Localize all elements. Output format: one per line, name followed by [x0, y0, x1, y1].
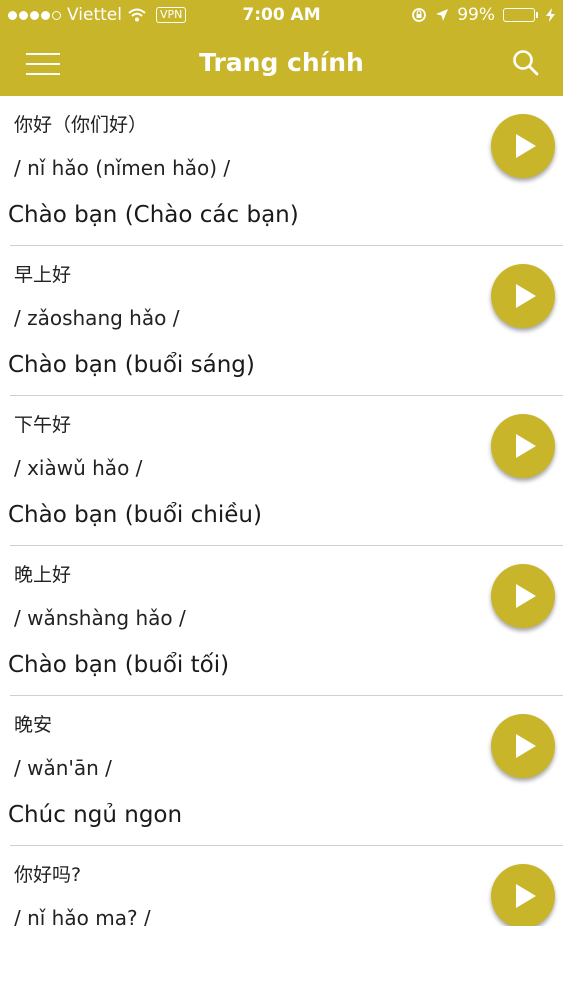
phrase-list-item[interactable]: 晚安 / wǎn'ān / Chúc ngủ ngon — [0, 696, 563, 846]
search-icon[interactable] — [511, 48, 541, 78]
play-audio-button[interactable] — [491, 564, 555, 628]
play-icon — [516, 734, 536, 758]
phrase-pinyin: / wǎnshàng hǎo / — [14, 606, 186, 630]
top-bar: Viettel VPN 7:00 AM 99% Trang chính — [0, 0, 563, 96]
location-arrow-icon — [436, 9, 449, 21]
battery-percent: 99% — [457, 5, 495, 25]
page-title: Trang chính — [199, 48, 364, 77]
play-audio-button[interactable] — [491, 114, 555, 178]
phrase-pinyin: / wǎn'ān / — [14, 756, 112, 780]
battery-icon — [503, 8, 538, 22]
phrase-hanzi: 你好（你们好） — [14, 114, 148, 136]
phrase-hanzi: 晚上好 — [14, 564, 72, 586]
phrase-list-item[interactable]: 早上好 / zǎoshang hǎo / Chào bạn (buổi sáng) — [0, 246, 563, 396]
phrase-pinyin: / nǐ hǎo (nǐmen hǎo) / — [14, 156, 231, 180]
phrase-pinyin: / xiàwǔ hǎo / — [14, 456, 143, 480]
navigation-bar: Trang chính — [0, 32, 563, 96]
play-icon — [516, 434, 536, 458]
play-icon — [516, 584, 536, 608]
play-icon — [516, 134, 536, 158]
phrase-hanzi: 你好吗? — [14, 864, 82, 886]
rotation-lock-icon — [412, 8, 427, 22]
app-screen: Viettel VPN 7:00 AM 99% Trang chính 你好（你… — [0, 0, 563, 1000]
phrase-list: 你好（你们好） / nǐ hǎo (nǐmen hǎo) / Chào bạn (C… — [0, 96, 563, 926]
charging-bolt-icon — [546, 8, 555, 22]
phrase-hanzi: 下午好 — [14, 414, 72, 436]
phrase-list-item[interactable]: 你好（你们好） / nǐ hǎo (nǐmen hǎo) / Chào bạn (C… — [0, 96, 563, 246]
phrase-hanzi: 早上好 — [14, 264, 72, 286]
phrase-meaning: Chúc ngủ ngon — [8, 802, 183, 828]
status-right: 99% — [411, 5, 555, 25]
play-audio-button[interactable] — [491, 864, 555, 926]
play-audio-button[interactable] — [491, 264, 555, 328]
play-icon — [516, 884, 536, 908]
play-audio-button[interactable] — [491, 714, 555, 778]
status-bar: Viettel VPN 7:00 AM 99% — [0, 0, 563, 32]
phrase-pinyin: / zǎoshang hǎo / — [14, 306, 180, 330]
phrase-meaning: Chào bạn (buổi tối) — [8, 652, 230, 678]
phrase-pinyin: / nǐ hǎo ma? / — [14, 906, 151, 926]
phrase-list-item[interactable]: 你好吗? / nǐ hǎo ma? / — [0, 846, 563, 926]
phrase-list-item[interactable]: 下午好 / xiàwǔ hǎo / Chào bạn (buổi chiều) — [0, 396, 563, 546]
phrase-meaning: Chào bạn (buổi sáng) — [8, 352, 255, 378]
phrase-hanzi: 晚安 — [14, 714, 53, 736]
phrase-meaning: Chào bạn (Chào các bạn) — [8, 202, 299, 228]
play-icon — [516, 284, 536, 308]
phrase-meaning: Chào bạn (buổi chiều) — [8, 502, 262, 528]
play-audio-button[interactable] — [491, 414, 555, 478]
blank-footer-area — [0, 926, 563, 1000]
phrase-list-item[interactable]: 晚上好 / wǎnshàng hǎo / Chào bạn (buổi tối) — [0, 546, 563, 696]
